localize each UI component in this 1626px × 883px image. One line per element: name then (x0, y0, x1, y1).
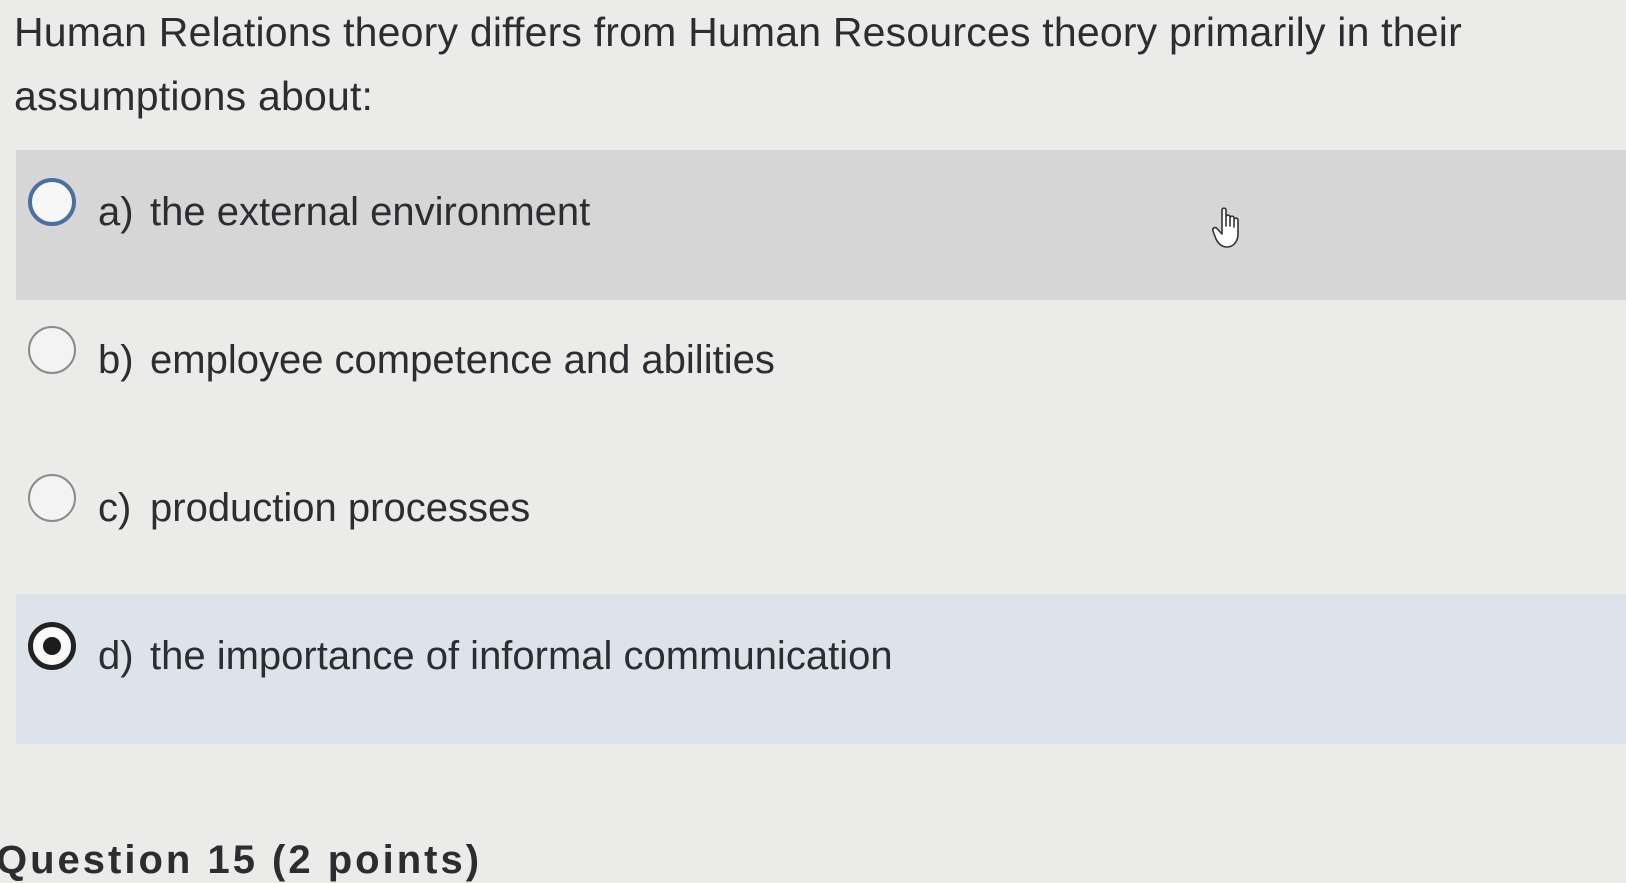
option-letter-a: a) (98, 190, 134, 234)
option-letter-b: b) (98, 338, 134, 382)
radio-button-b[interactable] (28, 326, 76, 374)
option-label-a: the external environment (150, 190, 591, 234)
hand-pointer-icon (1212, 207, 1239, 248)
option-label-d: the importance of informal communication (150, 634, 893, 678)
answer-option-b[interactable]: b) employee competence and abilities (16, 298, 1626, 448)
option-label-c: production processes (150, 486, 531, 530)
next-question-heading: Question 15 (2 points) (0, 838, 483, 882)
radio-button-d[interactable] (28, 622, 76, 670)
answer-option-c[interactable]: c) production processes (16, 446, 1626, 596)
option-letter-d: d) (98, 634, 134, 678)
question-text: Human Relations theory differs from Huma… (14, 9, 1462, 119)
answer-option-d[interactable]: d) the importance of informal communicat… (16, 594, 1626, 744)
option-label-b: employee competence and abilities (150, 338, 775, 382)
answer-option-a[interactable]: a) the external environment (16, 150, 1626, 300)
radio-button-a[interactable] (28, 178, 76, 226)
radio-selected-dot (43, 637, 61, 655)
radio-button-c[interactable] (28, 474, 76, 522)
option-letter-c: c) (98, 486, 132, 530)
